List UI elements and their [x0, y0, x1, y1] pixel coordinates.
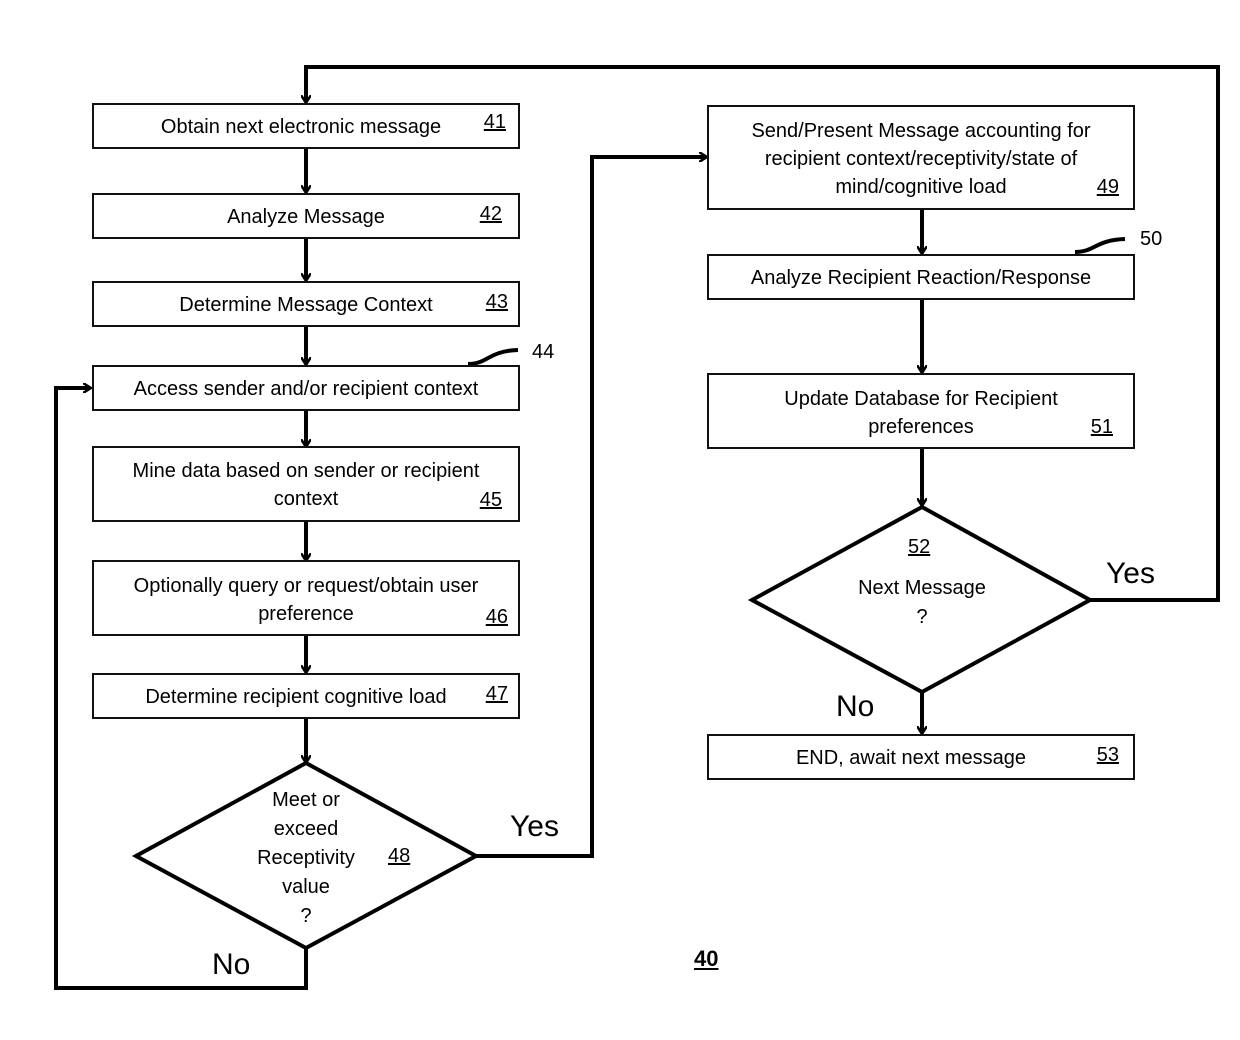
step-45-text-line1: Mine data based on sender or recipient [132, 460, 480, 482]
decision-52-line1: Next Message [858, 577, 986, 599]
decision-52-ref: 52 [908, 536, 931, 558]
step-41-box: Obtain next electronic message 41 [92, 103, 520, 149]
step-49-box: Send/Present Message accounting for reci… [707, 105, 1135, 210]
step-44-text: Access sender and/or recipient context [133, 378, 479, 400]
step-49-text-line1: Send/Present Message accounting for [751, 120, 1091, 142]
step-47-box: Determine recipient cognitive load 47 [92, 673, 520, 719]
step-44-ref: 44 [532, 341, 555, 363]
step-43-ref: 43 [485, 291, 508, 313]
leader-line-44 [467, 348, 519, 366]
leader-line-50 [1074, 237, 1126, 254]
step-43-text: Determine Message Context [179, 294, 433, 316]
step-51-box: Update Database for Recipient preference… [707, 373, 1135, 449]
step-50-text: Analyze Recipient Reaction/Response [750, 267, 1092, 289]
decision-48-yes-label: Yes [510, 810, 559, 843]
step-41-text: Obtain next electronic message [160, 116, 442, 138]
step-49-ref: 49 [1096, 176, 1119, 198]
decision-48-line3: Receptivity [257, 847, 355, 869]
step-47-ref: 47 [485, 683, 508, 705]
step-46-text-line2: preference [258, 603, 354, 625]
step-42-ref: 42 [479, 203, 502, 225]
decision-48-no-label: No [212, 948, 251, 981]
step-46-box: Optionally query or request/obtain user … [92, 560, 520, 636]
step-42-text: Analyze Message [227, 206, 385, 228]
step-45-ref: 45 [479, 489, 502, 511]
decision-48-text: Meet or exceed Receptivity value ? [226, 786, 386, 931]
step-47-text: Determine recipient cognitive load [145, 686, 447, 708]
decision-52-yes-label: Yes [1106, 557, 1155, 590]
step-53-text: END, await next message [795, 747, 1027, 769]
step-51-text-line1: Update Database for Recipient [784, 388, 1058, 410]
decision-48-line2: exceed [273, 818, 339, 840]
step-45-box: Mine data based on sender or recipient c… [92, 446, 520, 522]
step-51-ref: 51 [1090, 416, 1113, 438]
step-41-ref: 41 [483, 111, 506, 133]
step-53-box: END, await next message 53 [707, 734, 1135, 780]
step-42-box: Analyze Message 42 [92, 193, 520, 239]
step-49-text-line3: mind/cognitive load [835, 176, 1007, 198]
step-45-text-line2: context [273, 488, 339, 510]
decision-52-line2: ? [916, 606, 928, 628]
decision-48-line1: Meet or [272, 789, 340, 811]
decision-48-ref: 48 [388, 845, 411, 867]
step-46-text-line1: Optionally query or request/obtain user [133, 575, 479, 597]
step-44-box: Access sender and/or recipient context [92, 365, 520, 411]
step-50-box: Analyze Recipient Reaction/Response [707, 254, 1135, 300]
step-49-text-line2: recipient context/receptivity/state of [764, 148, 1078, 170]
step-43-box: Determine Message Context 43 [92, 281, 520, 327]
decision-48-line4: value [282, 876, 330, 898]
figure-number: 40 [694, 946, 719, 971]
decision-52-no-label: No [836, 690, 875, 723]
step-50-ref: 50 [1140, 228, 1163, 250]
decision-48-line5: ? [300, 905, 312, 927]
step-46-ref: 46 [485, 606, 508, 628]
step-51-text-line2: preferences [868, 416, 974, 438]
decision-52-text: Next Message ? [842, 574, 1002, 632]
step-53-ref: 53 [1096, 744, 1119, 766]
